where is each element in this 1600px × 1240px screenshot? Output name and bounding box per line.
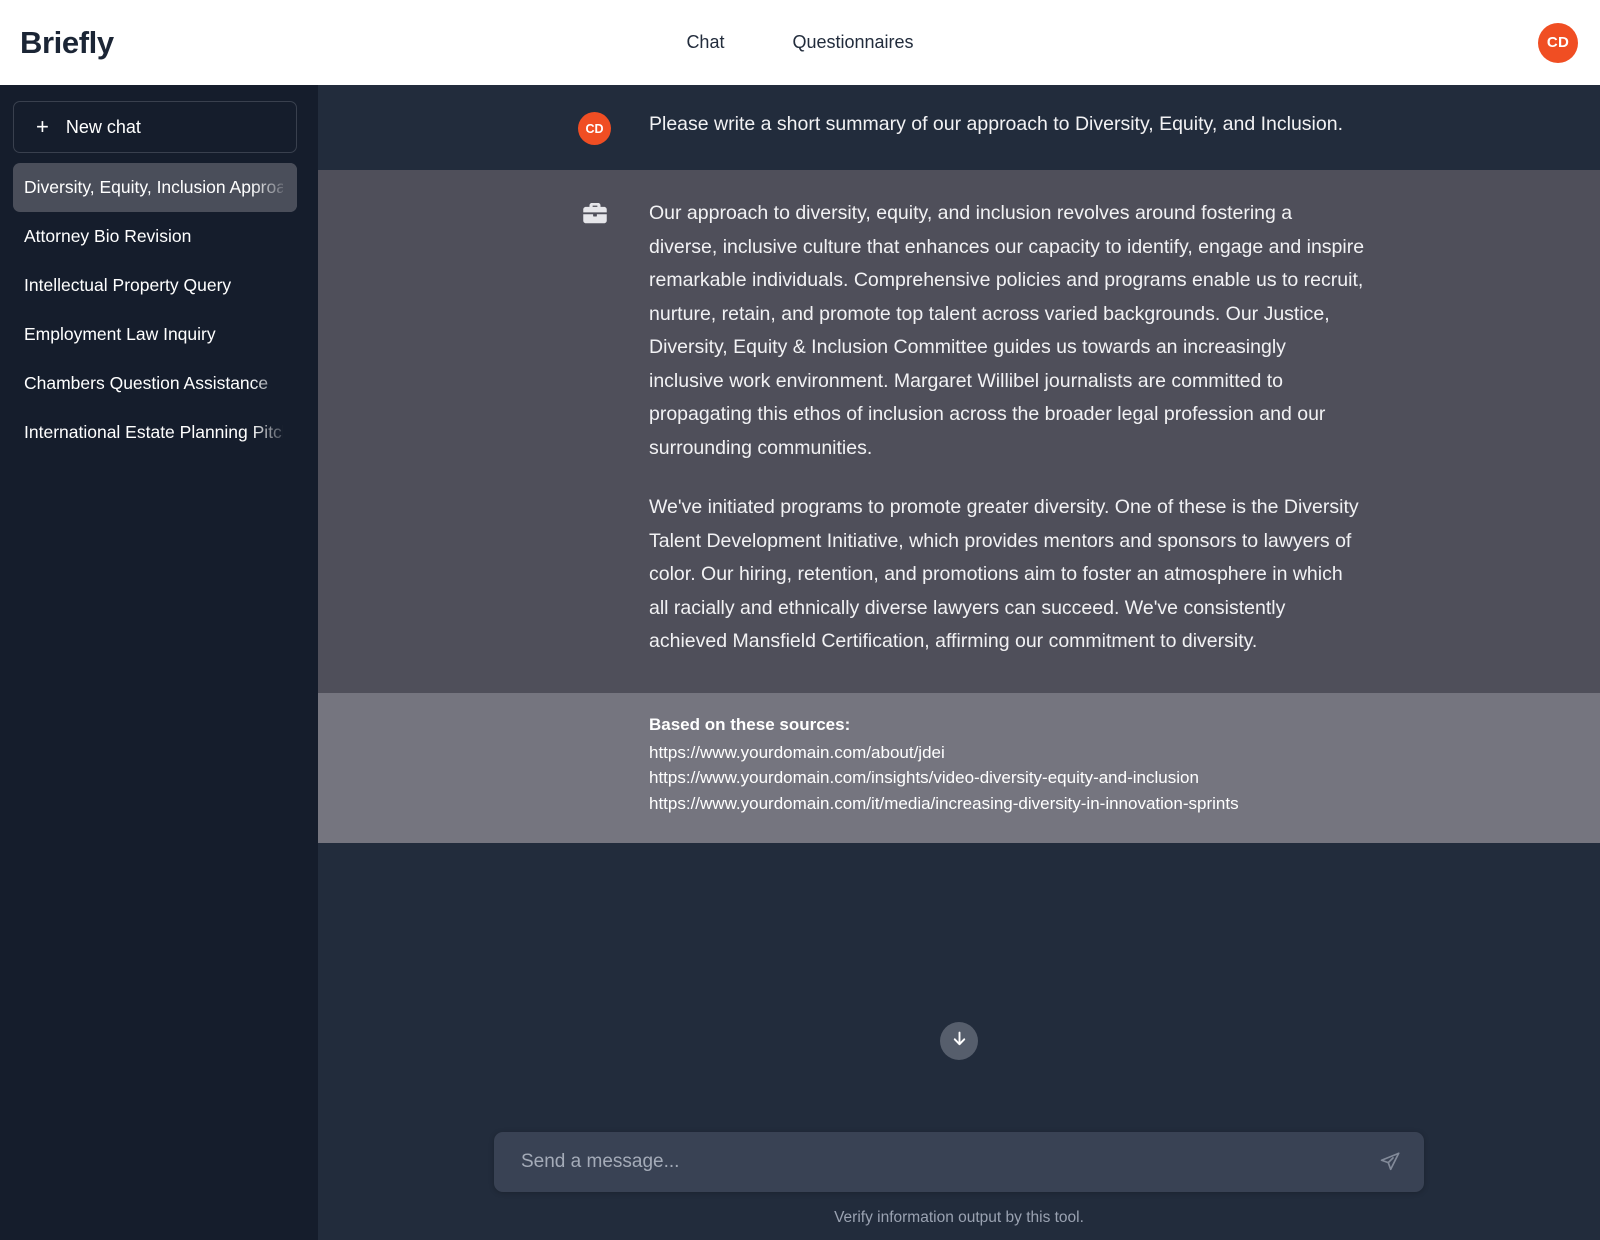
avatar: CD [578, 112, 611, 145]
body-row: + New chat Diversity, Equity, Inclusion … [0, 85, 1600, 1240]
sidebar-chat-label: Employment Law Inquiry [24, 324, 216, 344]
sidebar-chat-item-3[interactable]: Employment Law Inquiry [13, 310, 297, 359]
nav-tab-questionnaires[interactable]: Questionnaires [792, 32, 913, 53]
app-root: Briefly Chat Questionnaires CD + New cha… [0, 0, 1600, 1240]
sidebar: + New chat Diversity, Equity, Inclusion … [0, 85, 318, 1240]
main-navigation: Chat Questionnaires [686, 32, 913, 53]
sidebar-chat-item-5[interactable]: International Estate Planning Pitch [13, 408, 297, 457]
message-scroll-area[interactable]: CD Please write a short summary of our a… [318, 85, 1600, 843]
assistant-message: Our approach to diversity, equity, and i… [318, 170, 1600, 693]
user-message-avatar-wrap: CD [576, 110, 613, 145]
assistant-message-text: Our approach to diversity, equity, and i… [649, 197, 1365, 659]
new-chat-button[interactable]: + New chat [13, 101, 297, 153]
user-message-text: Please write a short summary of our appr… [649, 113, 1344, 135]
arrow-down-icon [950, 1029, 969, 1053]
send-button[interactable] [1375, 1147, 1405, 1177]
sidebar-chat-label: Diversity, Equity, Inclusion Approach [24, 177, 283, 197]
message-input[interactable] [521, 1151, 1375, 1173]
sidebar-chat-item-0[interactable]: Diversity, Equity, Inclusion Approach [13, 163, 297, 212]
user-message: CD Please write a short summary of our a… [318, 85, 1600, 170]
sidebar-chat-label: Attorney Bio Revision [24, 226, 192, 246]
plus-icon: + [36, 114, 49, 139]
source-link[interactable]: https://www.yourdomain.com/it/media/incr… [649, 791, 1504, 817]
chat-history-list: Diversity, Equity, Inclusion Approach At… [13, 163, 297, 457]
sidebar-chat-item-1[interactable]: Attorney Bio Revision [13, 212, 297, 261]
composer-area: Verify information output by this tool. [318, 1132, 1600, 1240]
sources-list: https://www.yourdomain.com/about/jdei ht… [649, 740, 1504, 817]
source-link[interactable]: https://www.yourdomain.com/insights/vide… [649, 765, 1504, 791]
sidebar-chat-label: Intellectual Property Query [24, 275, 232, 295]
sidebar-chat-item-4[interactable]: Chambers Question Assistance [13, 359, 297, 408]
assistant-paragraph-0: Our approach to diversity, equity, and i… [649, 202, 1365, 459]
assistant-icon-wrap [576, 197, 613, 659]
nav-tab-chat[interactable]: Chat [686, 32, 724, 53]
user-avatar[interactable]: CD [1538, 22, 1578, 63]
chat-main: CD Please write a short summary of our a… [318, 85, 1600, 1240]
source-link[interactable]: https://www.yourdomain.com/about/jdei [649, 740, 1504, 766]
new-chat-label: New chat [65, 116, 141, 137]
scroll-to-bottom-button[interactable] [940, 1022, 978, 1060]
sidebar-chat-label: Chambers Question Assistance [24, 373, 269, 393]
app-logo: Briefly [20, 24, 114, 60]
top-bar: Briefly Chat Questionnaires CD [0, 0, 1600, 85]
composer[interactable] [494, 1132, 1424, 1192]
sidebar-chat-item-2[interactable]: Intellectual Property Query [13, 261, 297, 310]
disclaimer-text: Verify information output by this tool. [834, 1209, 1084, 1226]
sources-panel: Based on these sources: https://www.your… [318, 692, 1600, 843]
assistant-paragraph-1: We've initiated programs to promote grea… [649, 496, 1359, 652]
sidebar-chat-label: International Estate Planning Pitch [24, 422, 283, 442]
sources-title: Based on these sources: [649, 714, 851, 734]
briefcase-icon [580, 199, 610, 659]
